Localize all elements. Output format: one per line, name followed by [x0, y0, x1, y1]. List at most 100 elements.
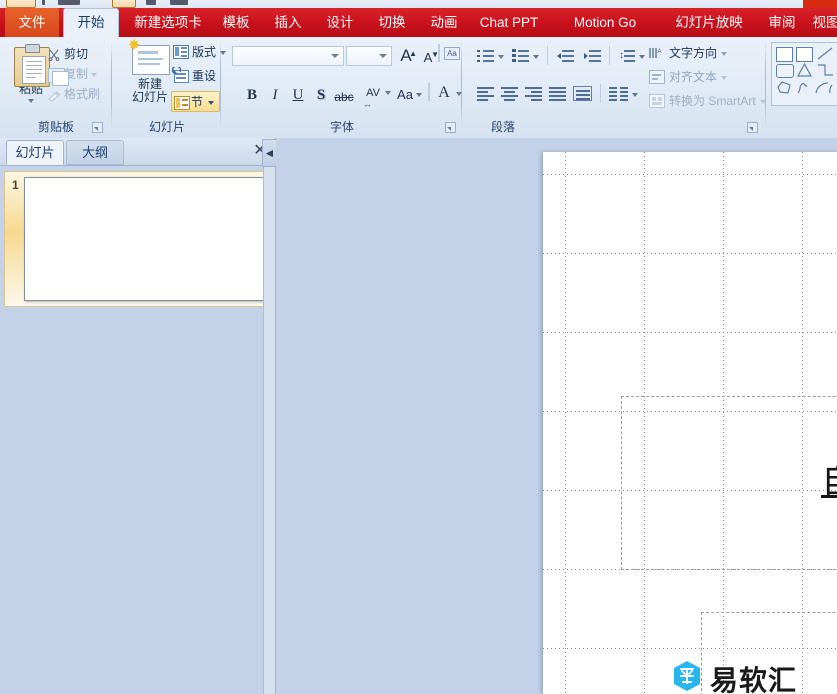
tab-slideshow[interactable]: 幻灯片放映: [665, 8, 753, 37]
content-placeholder-main[interactable]: [621, 396, 837, 570]
decrease-indent-button[interactable]: [557, 49, 574, 63]
ribbon-tab-strip[interactable]: 文件 开始 新建选项卡 模板 插入 设计 切换 动画 Chat PPT Moti…: [0, 8, 837, 37]
tab-new-tab[interactable]: 新建选项卡: [121, 8, 215, 37]
qat-print-icon[interactable]: [170, 0, 188, 5]
qat-open-icon[interactable]: [146, 0, 156, 5]
qat-redo-icon[interactable]: [58, 0, 80, 5]
tab-home[interactable]: 开始: [63, 8, 119, 37]
chevron-down-icon[interactable]: [760, 100, 766, 104]
pane-tab-outline[interactable]: 大纲: [66, 140, 124, 165]
chevron-down-icon[interactable]: [721, 52, 727, 56]
slide-thumbnail-item[interactable]: 1: [4, 171, 271, 307]
window-controls[interactable]: [803, 0, 837, 8]
align-right-button[interactable]: [525, 87, 542, 100]
numbering-button[interactable]: [512, 49, 529, 63]
pane-scrollbar[interactable]: [263, 165, 275, 694]
chevron-down-icon[interactable]: [331, 54, 339, 58]
slide-text-fragment[interactable]: 自: [821, 452, 837, 504]
tab-design[interactable]: 设计: [315, 8, 365, 37]
qat-new-icon[interactable]: [112, 0, 136, 8]
chevron-down-icon[interactable]: [632, 93, 638, 97]
qat-undo-icon[interactable]: [42, 0, 45, 5]
change-case-button[interactable]: Aa: [394, 85, 416, 105]
new-slide-icon: ✸: [132, 45, 168, 75]
tab-insert[interactable]: 插入: [263, 8, 313, 37]
align-left-button[interactable]: [477, 87, 494, 100]
chevron-down-icon[interactable]: [721, 76, 727, 80]
distributed-button[interactable]: [573, 86, 592, 101]
ribbon-group-clipboard: 粘贴 剪切 复制: [0, 37, 112, 138]
slide-thumbnail-preview[interactable]: [24, 177, 267, 301]
tab-chat-ppt[interactable]: Chat PPT: [473, 8, 545, 37]
italic-button[interactable]: I: [265, 85, 285, 105]
shape-elbow-connector-icon[interactable]: [817, 63, 834, 80]
chevron-down-icon[interactable]: [533, 55, 539, 59]
layout-button[interactable]: 版式: [173, 43, 216, 62]
tab-transitions[interactable]: 切换: [367, 8, 417, 37]
align-center-button[interactable]: [501, 87, 518, 100]
pane-tab-strip[interactable]: 幻灯片 大纲 ✕: [0, 138, 275, 166]
divider: [438, 44, 440, 62]
quick-access-toolbar[interactable]: [0, 0, 837, 8]
paintbrush-icon: [48, 89, 61, 100]
bold-button[interactable]: B: [242, 85, 262, 105]
qat-save-icon[interactable]: [6, 0, 36, 8]
font-size-combo[interactable]: [346, 46, 392, 66]
chevron-down-icon[interactable]: [639, 55, 645, 59]
chevron-down-icon[interactable]: [379, 54, 387, 58]
justify-button[interactable]: [549, 87, 566, 100]
shape-vertical-textbox-icon[interactable]: [796, 47, 813, 62]
chevron-down-icon[interactable]: [385, 91, 391, 95]
clipboard-dialog-launcher[interactable]: [92, 122, 103, 133]
font-color-button[interactable]: A: [434, 83, 454, 103]
shape-triangle-icon[interactable]: [797, 63, 812, 80]
clear-formatting-button[interactable]: Aa: [444, 46, 462, 66]
section-button[interactable]: 节: [171, 91, 220, 112]
font-name-combo[interactable]: [232, 46, 344, 66]
bullets-button[interactable]: [477, 49, 494, 63]
convert-to-smartart-button[interactable]: 转换为 SmartArt: [649, 92, 756, 111]
tab-review[interactable]: 审阅: [760, 8, 804, 37]
format-painter-button[interactable]: 格式刷: [48, 85, 100, 104]
chevron-down-icon[interactable]: [208, 101, 214, 105]
tab-animations[interactable]: 动画: [419, 8, 469, 37]
text-direction-label: 文字方向: [669, 46, 717, 60]
character-spacing-button[interactable]: AV ↔: [361, 83, 385, 103]
chevron-down-icon[interactable]: [456, 92, 462, 96]
tab-motion-go[interactable]: Motion Go: [566, 8, 644, 37]
pane-tab-slides[interactable]: 幻灯片: [6, 140, 64, 165]
collapse-pane-button[interactable]: ◄: [262, 139, 277, 167]
columns-button[interactable]: [609, 87, 628, 100]
underline-button[interactable]: U: [288, 85, 308, 105]
cut-button[interactable]: 剪切: [48, 45, 88, 64]
grow-font-button[interactable]: A ▲: [396, 46, 416, 66]
shapes-gallery[interactable]: [771, 42, 837, 106]
align-text-button[interactable]: 对齐文本: [649, 68, 717, 87]
slide-canvas[interactable]: 自: [543, 152, 837, 694]
text-shadow-button[interactable]: S: [311, 85, 331, 105]
reset-button[interactable]: 重设: [173, 67, 216, 86]
shape-rounded-rect-icon[interactable]: [776, 64, 794, 78]
shape-freeform-icon[interactable]: [776, 81, 792, 98]
shape-arc-icon[interactable]: [815, 81, 833, 98]
tab-view[interactable]: 视图: [806, 8, 837, 37]
shape-scribble-icon[interactable]: [796, 81, 811, 98]
text-direction-button[interactable]: A 文字方向: [649, 44, 717, 63]
format-painter-label: 格式刷: [64, 87, 100, 101]
chevron-down-icon[interactable]: [416, 93, 422, 97]
shape-line-icon[interactable]: [817, 47, 833, 63]
chevron-down-icon[interactable]: [91, 73, 97, 77]
increase-indent-button[interactable]: [584, 49, 601, 63]
shape-textbox-icon[interactable]: [776, 47, 793, 62]
tab-template[interactable]: 模板: [211, 8, 261, 37]
copy-button[interactable]: 复制: [48, 65, 88, 84]
paragraph-dialog-launcher[interactable]: [747, 122, 758, 133]
strikethrough-button[interactable]: abc: [332, 87, 356, 107]
line-spacing-button[interactable]: ↕: [618, 49, 635, 63]
slides-outline-pane: 幻灯片 大纲 ✕ 1: [0, 138, 276, 694]
chevron-down-icon[interactable]: [498, 55, 504, 59]
shrink-font-button[interactable]: A ▼: [418, 48, 438, 68]
tab-file[interactable]: 文件: [5, 8, 59, 37]
divider: [609, 46, 610, 65]
paragraph-group-label: 段落: [333, 118, 673, 135]
